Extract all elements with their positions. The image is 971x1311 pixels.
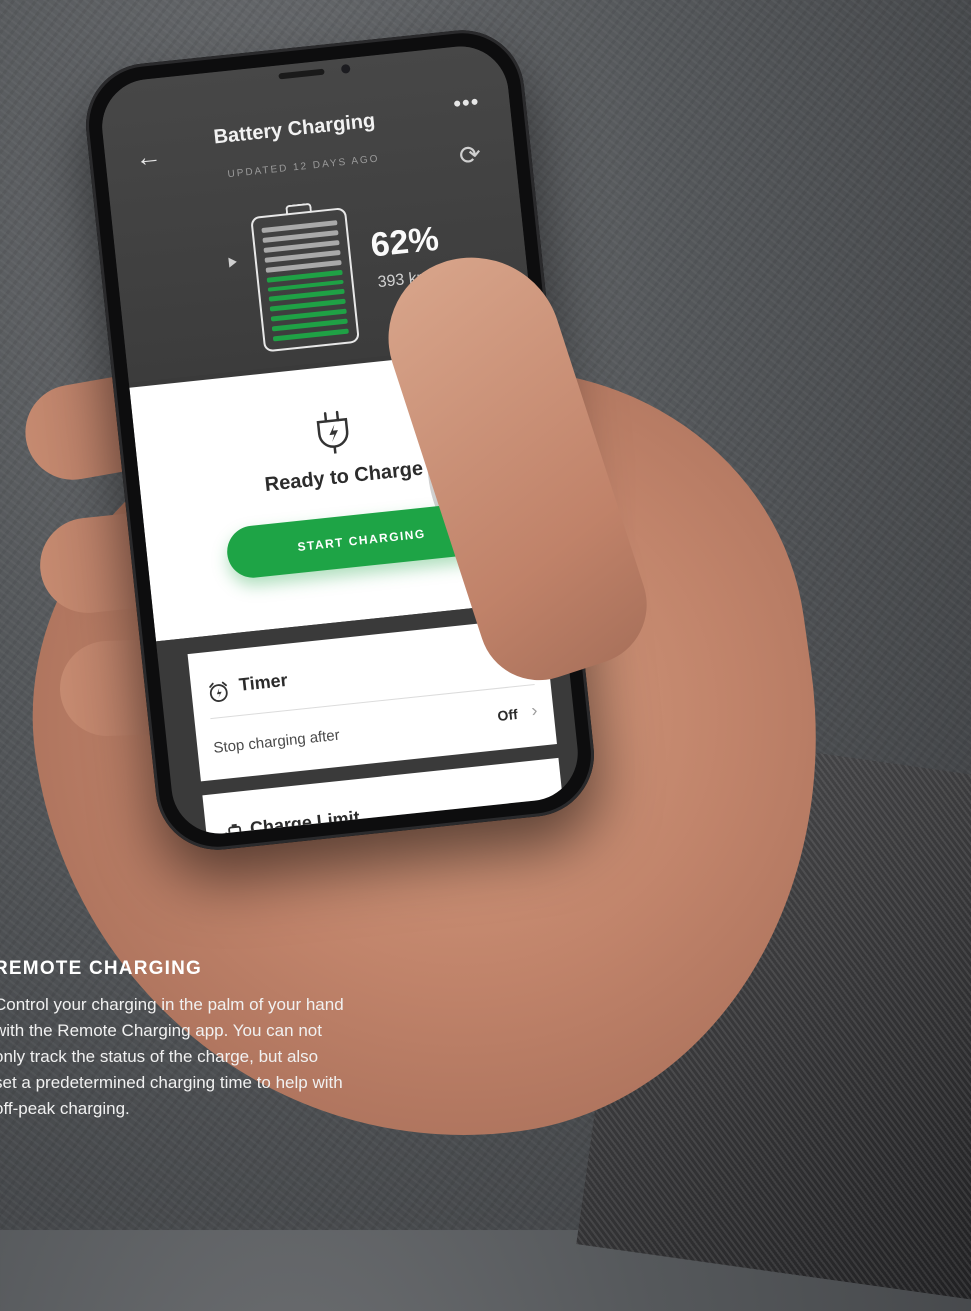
- alarm-clock-icon: [209, 681, 228, 702]
- battery-level-graphic: [250, 202, 360, 353]
- plug-icon: [316, 410, 349, 454]
- play-icon: [228, 256, 238, 268]
- caption-body: Control your charging in the palm of you…: [0, 995, 344, 1118]
- chevron-right-icon[interactable]: ›: [530, 700, 538, 722]
- battery-percent: 62%: [368, 219, 441, 265]
- battery-bars: [261, 220, 349, 342]
- caption-heading: REMOTE CHARGING: [0, 958, 202, 979]
- more-dots-icon[interactable]: •••: [452, 89, 481, 118]
- timer-title: Timer: [238, 669, 289, 695]
- arrow-left-icon[interactable]: ←: [134, 140, 163, 174]
- refresh-icon[interactable]: ⟳: [458, 139, 483, 172]
- battery-cap: [285, 202, 313, 216]
- feature-caption: REMOTE CHARGING Control your charging in…: [0, 958, 344, 1122]
- page-title: Battery Charging: [212, 109, 377, 149]
- updated-timestamp: UPDATED 12 DAYS AGO: [227, 153, 381, 181]
- timer-value: Off: [496, 705, 519, 725]
- stop-charging-label: Stop charging after: [212, 726, 341, 757]
- battery-bar-green: [272, 328, 349, 342]
